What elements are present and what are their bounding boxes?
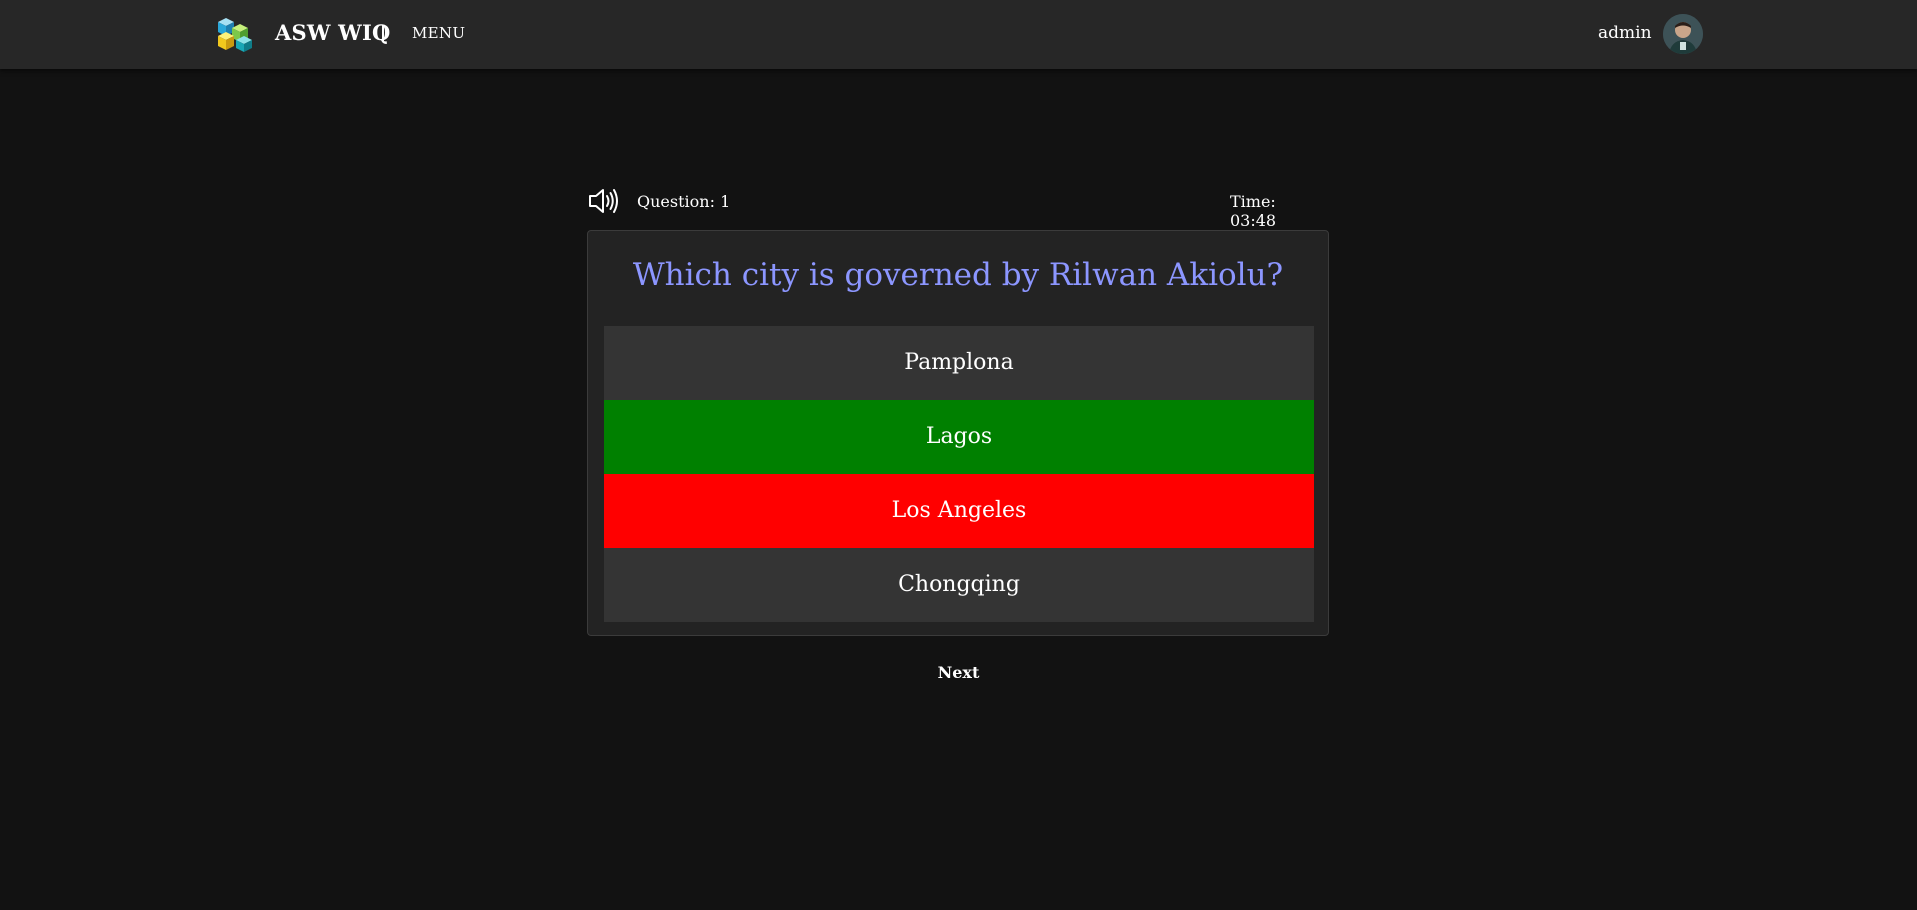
avatar[interactable]	[1663, 14, 1703, 54]
header-divider	[382, 25, 384, 42]
username: admin	[1598, 23, 1652, 43]
menu-button[interactable]: MENU	[412, 24, 465, 42]
logo-icon[interactable]	[214, 14, 256, 54]
app-title[interactable]: ASW WIQ	[275, 20, 390, 45]
user-avatar-icon	[1663, 14, 1703, 54]
speaker-icon[interactable]	[587, 186, 619, 216]
answer-list: Pamplona Lagos Los Angeles Chongqing	[604, 326, 1314, 622]
answer-option[interactable]: Los Angeles	[604, 474, 1314, 548]
answer-option[interactable]: Lagos	[604, 400, 1314, 474]
question-number: Question: 1	[637, 192, 731, 211]
quiz-header: Question: 1 Time: 03:48	[587, 186, 1317, 230]
answer-option[interactable]: Chongqing	[604, 548, 1314, 622]
next-button[interactable]: Next	[0, 663, 1917, 682]
answer-option[interactable]: Pamplona	[604, 326, 1314, 400]
app-bar: ASW WIQ MENU admin	[0, 0, 1917, 69]
question-text: Which city is governed by Rilwan Akiolu?	[632, 257, 1284, 293]
timer: Time: 03:48	[1230, 192, 1277, 230]
question-card: Which city is governed by Rilwan Akiolu?…	[587, 230, 1329, 636]
